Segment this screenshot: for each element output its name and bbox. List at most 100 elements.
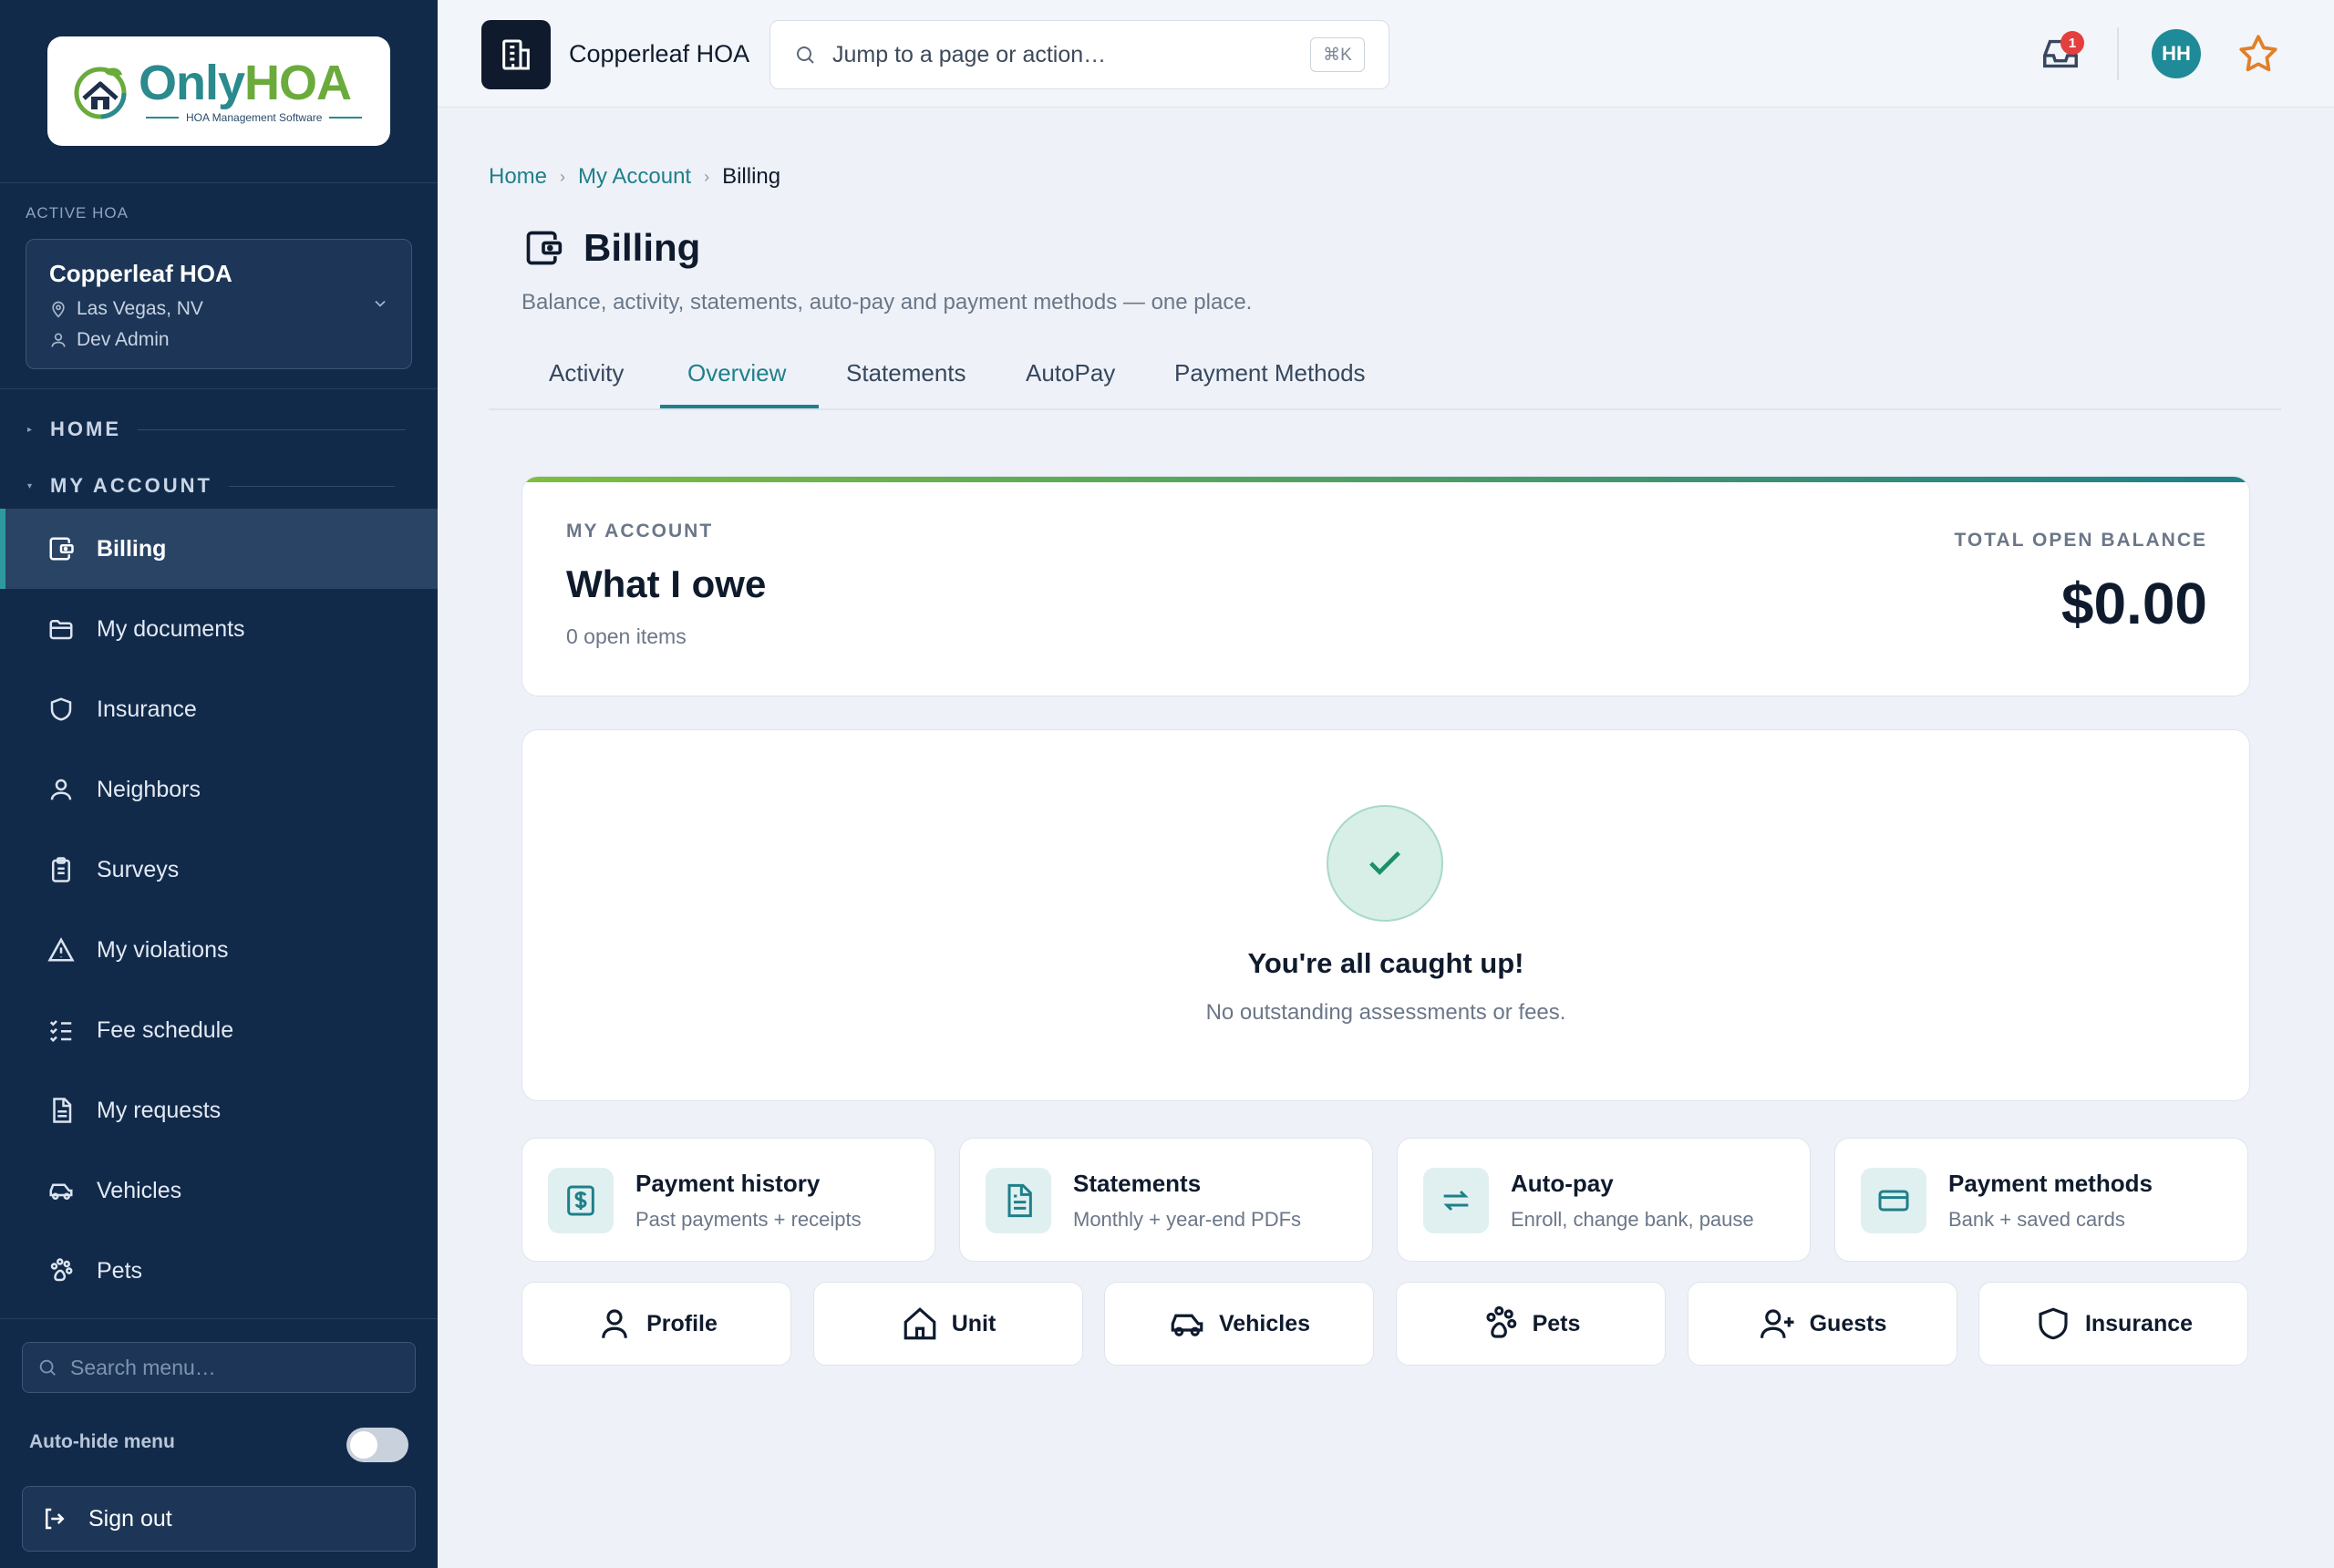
quick-link-statements[interactable]: Statements Monthly + year-end PDFs [959, 1138, 1373, 1262]
sidebar-item-billing[interactable]: Billing [0, 509, 438, 589]
section-my-account[interactable]: ▾ MY ACCOUNT [27, 474, 395, 498]
wallet-icon [526, 231, 563, 265]
tab-overview[interactable]: Overview [687, 359, 786, 387]
user-icon [602, 1309, 627, 1338]
house-leaf-logo-icon [74, 67, 127, 119]
quick-link-title: Payment history [635, 1170, 821, 1197]
building-icon [502, 39, 530, 70]
toggle-knob [350, 1431, 377, 1459]
success-badge [1327, 805, 1443, 922]
paw-icon [1486, 1305, 1516, 1338]
sidebar-item-vehicles[interactable]: Vehicles [0, 1150, 438, 1231]
sidebar-item-surveys[interactable]: Surveys [0, 830, 438, 910]
page-subtitle: Balance, activity, statements, auto-pay … [522, 290, 1253, 315]
quick-link-auto-pay[interactable]: Auto-pay Enroll, change bank, pause [1397, 1138, 1811, 1262]
quick-link-title: Statements [1073, 1170, 1202, 1197]
top-bar: Copperleaf HOA Jump to a page or action…… [438, 0, 2334, 108]
check-icon [1369, 851, 1400, 875]
sidebar: OnlyHOA HOA Management Software ACTIVE H… [0, 0, 438, 1568]
caret-down-icon: ▾ [27, 480, 33, 491]
breadcrumb-my-account[interactable]: My Account [578, 164, 691, 190]
command-search-input[interactable]: Jump to a page or action… ⌘K [769, 20, 1389, 89]
shortcut-label: Unit [951, 1310, 997, 1336]
hoa-building-button[interactable] [481, 20, 551, 89]
avatar[interactable]: HH [2152, 29, 2201, 78]
sidebar-item-label: My violations [97, 936, 229, 963]
command-search-placeholder: Jump to a page or action… [832, 41, 1107, 67]
star-icon[interactable] [2236, 31, 2281, 77]
tab-statements[interactable]: Statements [846, 359, 966, 387]
balance-card: MY ACCOUNT What I owe 0 open items TOTAL… [522, 476, 2250, 696]
quick-link-title: Auto-pay [1511, 1170, 1614, 1197]
page-title-text: Billing [584, 226, 701, 269]
page-title: Billing [523, 226, 700, 270]
billing-tabs: Activity Overview Statements AutoPay Pay… [489, 345, 2281, 410]
app-logo[interactable]: OnlyHOA HOA Management Software [47, 36, 390, 146]
sidebar-item-my-requests[interactable]: My requests [0, 1070, 438, 1150]
sidebar-item-pets[interactable]: Pets [0, 1231, 438, 1311]
sign-out-label: Sign out [88, 1505, 172, 1532]
document-icon [1007, 1183, 1032, 1218]
topbar-hoa-name[interactable]: Copperleaf HOA [569, 40, 749, 68]
document-icon [53, 1098, 72, 1123]
chevron-right-icon: › [704, 167, 710, 186]
shortcut-guests[interactable]: Guests [1688, 1282, 1957, 1366]
tab-activity[interactable]: Activity [549, 359, 624, 387]
shortcut-insurance[interactable]: Insurance [1978, 1282, 2248, 1366]
sidebar-item-label: Fee schedule [97, 1016, 234, 1043]
chevron-down-icon [375, 300, 386, 307]
shortcut-profile[interactable]: Profile [522, 1282, 791, 1366]
shortcut-unit[interactable]: Unit [813, 1282, 1083, 1366]
user-icon [50, 779, 72, 800]
logout-icon [46, 1508, 65, 1530]
shortcut-label: Vehicles [1218, 1310, 1311, 1336]
section-home[interactable]: ▸ HOME [27, 418, 407, 441]
shield-icon [2039, 1307, 2068, 1340]
folder-icon [49, 620, 73, 640]
sidebar-item-label: My documents [97, 615, 245, 642]
hoa-location: Las Vegas, NV [77, 298, 203, 319]
section-account-label: MY ACCOUNT [50, 474, 212, 497]
shortcut-vehicles[interactable]: Vehicles [1104, 1282, 1374, 1366]
status-title: You're all caught up! [1247, 947, 1524, 979]
paw-icon [50, 1258, 73, 1282]
sign-out-button[interactable]: Sign out [22, 1486, 416, 1552]
quick-link-payment-methods[interactable]: Payment methods Bank + saved cards [1834, 1138, 2248, 1262]
credit-card-icon [1878, 1190, 1909, 1212]
sidebar-item-label: Surveys [97, 856, 180, 882]
hoa-name: Copperleaf HOA [49, 260, 232, 287]
notification-badge: 1 [2060, 31, 2084, 55]
logo-tagline: HOA Management Software [186, 111, 323, 124]
location-pin-icon [52, 301, 65, 318]
sidebar-item-insurance[interactable]: Insurance [0, 669, 438, 749]
sidebar-item-label: Neighbors [97, 776, 201, 802]
sidebar-item-my-violations[interactable]: My violations [0, 910, 438, 990]
sidebar-item-label: Billing [97, 535, 167, 562]
sidebar-item-neighbors[interactable]: Neighbors [0, 749, 438, 830]
tab-payment-methods[interactable]: Payment Methods [1174, 359, 1366, 387]
shortcut-pets[interactable]: Pets [1396, 1282, 1666, 1366]
accent-bar [522, 477, 2249, 482]
autohide-label: Auto-hide menu [29, 1431, 175, 1452]
sidebar-search-placeholder: Search menu… [70, 1355, 216, 1379]
sidebar-item-fee-schedule[interactable]: Fee schedule [0, 990, 438, 1070]
sidebar-search-input[interactable]: Search menu… [22, 1342, 416, 1393]
sidebar-item-my-documents[interactable]: My documents [0, 589, 438, 669]
sidebar-item-label: Vehicles [97, 1177, 182, 1203]
breadcrumb: Home › My Account › Billing [489, 164, 780, 190]
autohide-toggle[interactable] [346, 1428, 408, 1462]
checklist-icon [49, 1020, 72, 1043]
hoa-switcher[interactable]: Copperleaf HOA Las Vegas, NV Dev Admin [26, 239, 412, 369]
car-icon [49, 1183, 73, 1200]
breadcrumb-home[interactable]: Home [489, 164, 547, 190]
car-icon [1171, 1314, 1203, 1336]
repeat-icon [1443, 1190, 1469, 1212]
breadcrumb-current: Billing [722, 164, 781, 189]
warning-icon [47, 937, 75, 962]
quick-link-payment-history[interactable]: Payment history Past payments + receipts [522, 1138, 935, 1262]
section-home-label: HOME [50, 418, 122, 440]
total-balance-value: $0.00 [2060, 571, 2207, 636]
tab-autopay[interactable]: AutoPay [1026, 359, 1115, 387]
quick-link-subtitle: Past payments + receipts [635, 1208, 862, 1231]
quick-link-subtitle: Monthly + year-end PDFs [1073, 1208, 1302, 1231]
